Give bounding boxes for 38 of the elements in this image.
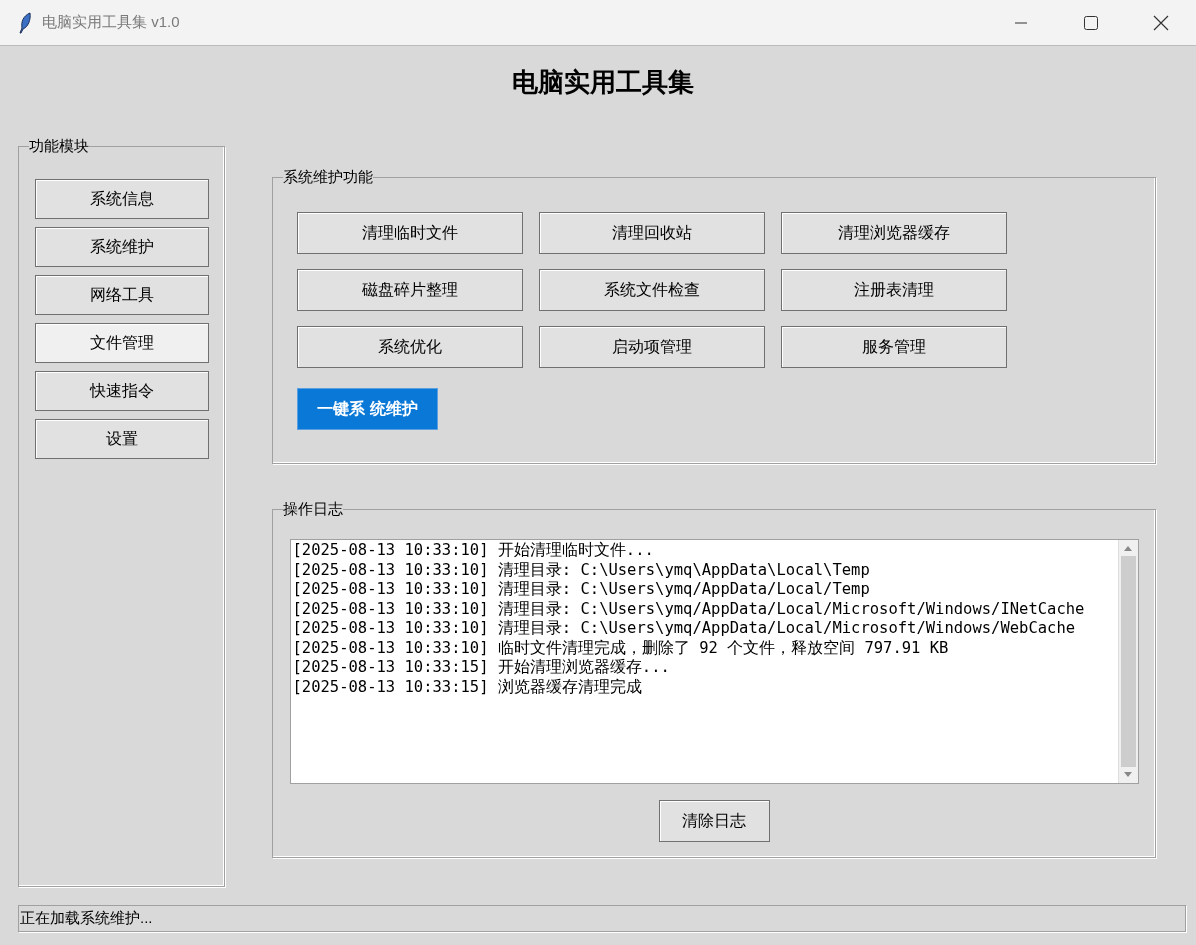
log-line: [2025-08-13 10:33:10] 清理目录: C:\Users\ymq/AppData/Local/Microsoft/Windows/INetCache [292, 599, 1086, 619]
maximize-icon [1084, 15, 1098, 30]
group-title: 功能模块 [29, 136, 89, 156]
tool-button[interactable]: 磁盘碎片整理 [297, 269, 523, 311]
scroll-thumb[interactable] [1120, 556, 1136, 767]
tool-button[interactable]: 系统文件检查 [539, 269, 765, 311]
log-line: [2025-08-13 10:33:10] 临时文件清理完成，删除了 92 个文件，释放空间 797.91 KB [292, 638, 950, 658]
one-click-maintenance-button[interactable]: 一键系 统维护 [297, 388, 438, 430]
tool-button[interactable]: 服务管理 [781, 326, 1007, 368]
log-line: [2025-08-13 10:33:10] 清理目录: C:\Users\ymq/AppData/Local/Microsoft/Windows/WebCache [292, 619, 1077, 639]
sidebar-button[interactable]: 设置 [34, 419, 209, 459]
group-title: 操作日志 [283, 499, 343, 519]
log-line: [2025-08-13 10:33:15] 浏览器缓存清理完成 [292, 677, 643, 697]
tool-button[interactable]: 清理浏览器缓存 [781, 212, 1007, 254]
tool-button[interactable]: 系统优化 [297, 326, 523, 368]
sidebar-button[interactable]: 系统信息 [34, 179, 209, 219]
status-text: 正在加载系统维护... [19, 908, 153, 929]
clear-log-button[interactable]: 清除日志 [658, 800, 770, 842]
window-title: 电脑实用工具集 v1.0 [42, 12, 180, 33]
log-line: [2025-08-13 10:33:10] 清理目录: C:\Users\ymq/AppData/Local/Temp [292, 580, 871, 600]
group-title: 系统维护功能 [283, 167, 373, 187]
tool-button[interactable]: 清理临时文件 [297, 212, 523, 254]
feather-icon [18, 11, 32, 34]
log-line: [2025-08-13 10:33:10] 清理目录: C:\Users\ymq\AppData\Local\Temp [292, 560, 871, 580]
sidebar-button[interactable]: 快速指令 [34, 371, 209, 411]
minimize-icon [1015, 21, 1027, 24]
log-line: [2025-08-13 10:33:10] 开始清理临时文件... [292, 541, 655, 561]
sidebar-button[interactable]: 文件管理 [34, 323, 209, 363]
close-icon [1153, 14, 1169, 31]
tool-button[interactable]: 启动项管理 [539, 326, 765, 368]
sidebar-button[interactable]: 系统维护 [34, 227, 209, 267]
scrollbar[interactable] [1117, 540, 1138, 783]
tool-button[interactable]: 清理回收站 [539, 212, 765, 254]
app-heading: 电脑实用工具集 [512, 66, 694, 99]
log-line: [2025-08-13 10:33:15] 开始清理浏览器缓存... [292, 658, 671, 678]
log-area[interactable] [289, 539, 1139, 784]
tool-button[interactable]: 注册表清理 [781, 269, 1007, 311]
sidebar-button[interactable]: 网络工具 [34, 275, 209, 315]
